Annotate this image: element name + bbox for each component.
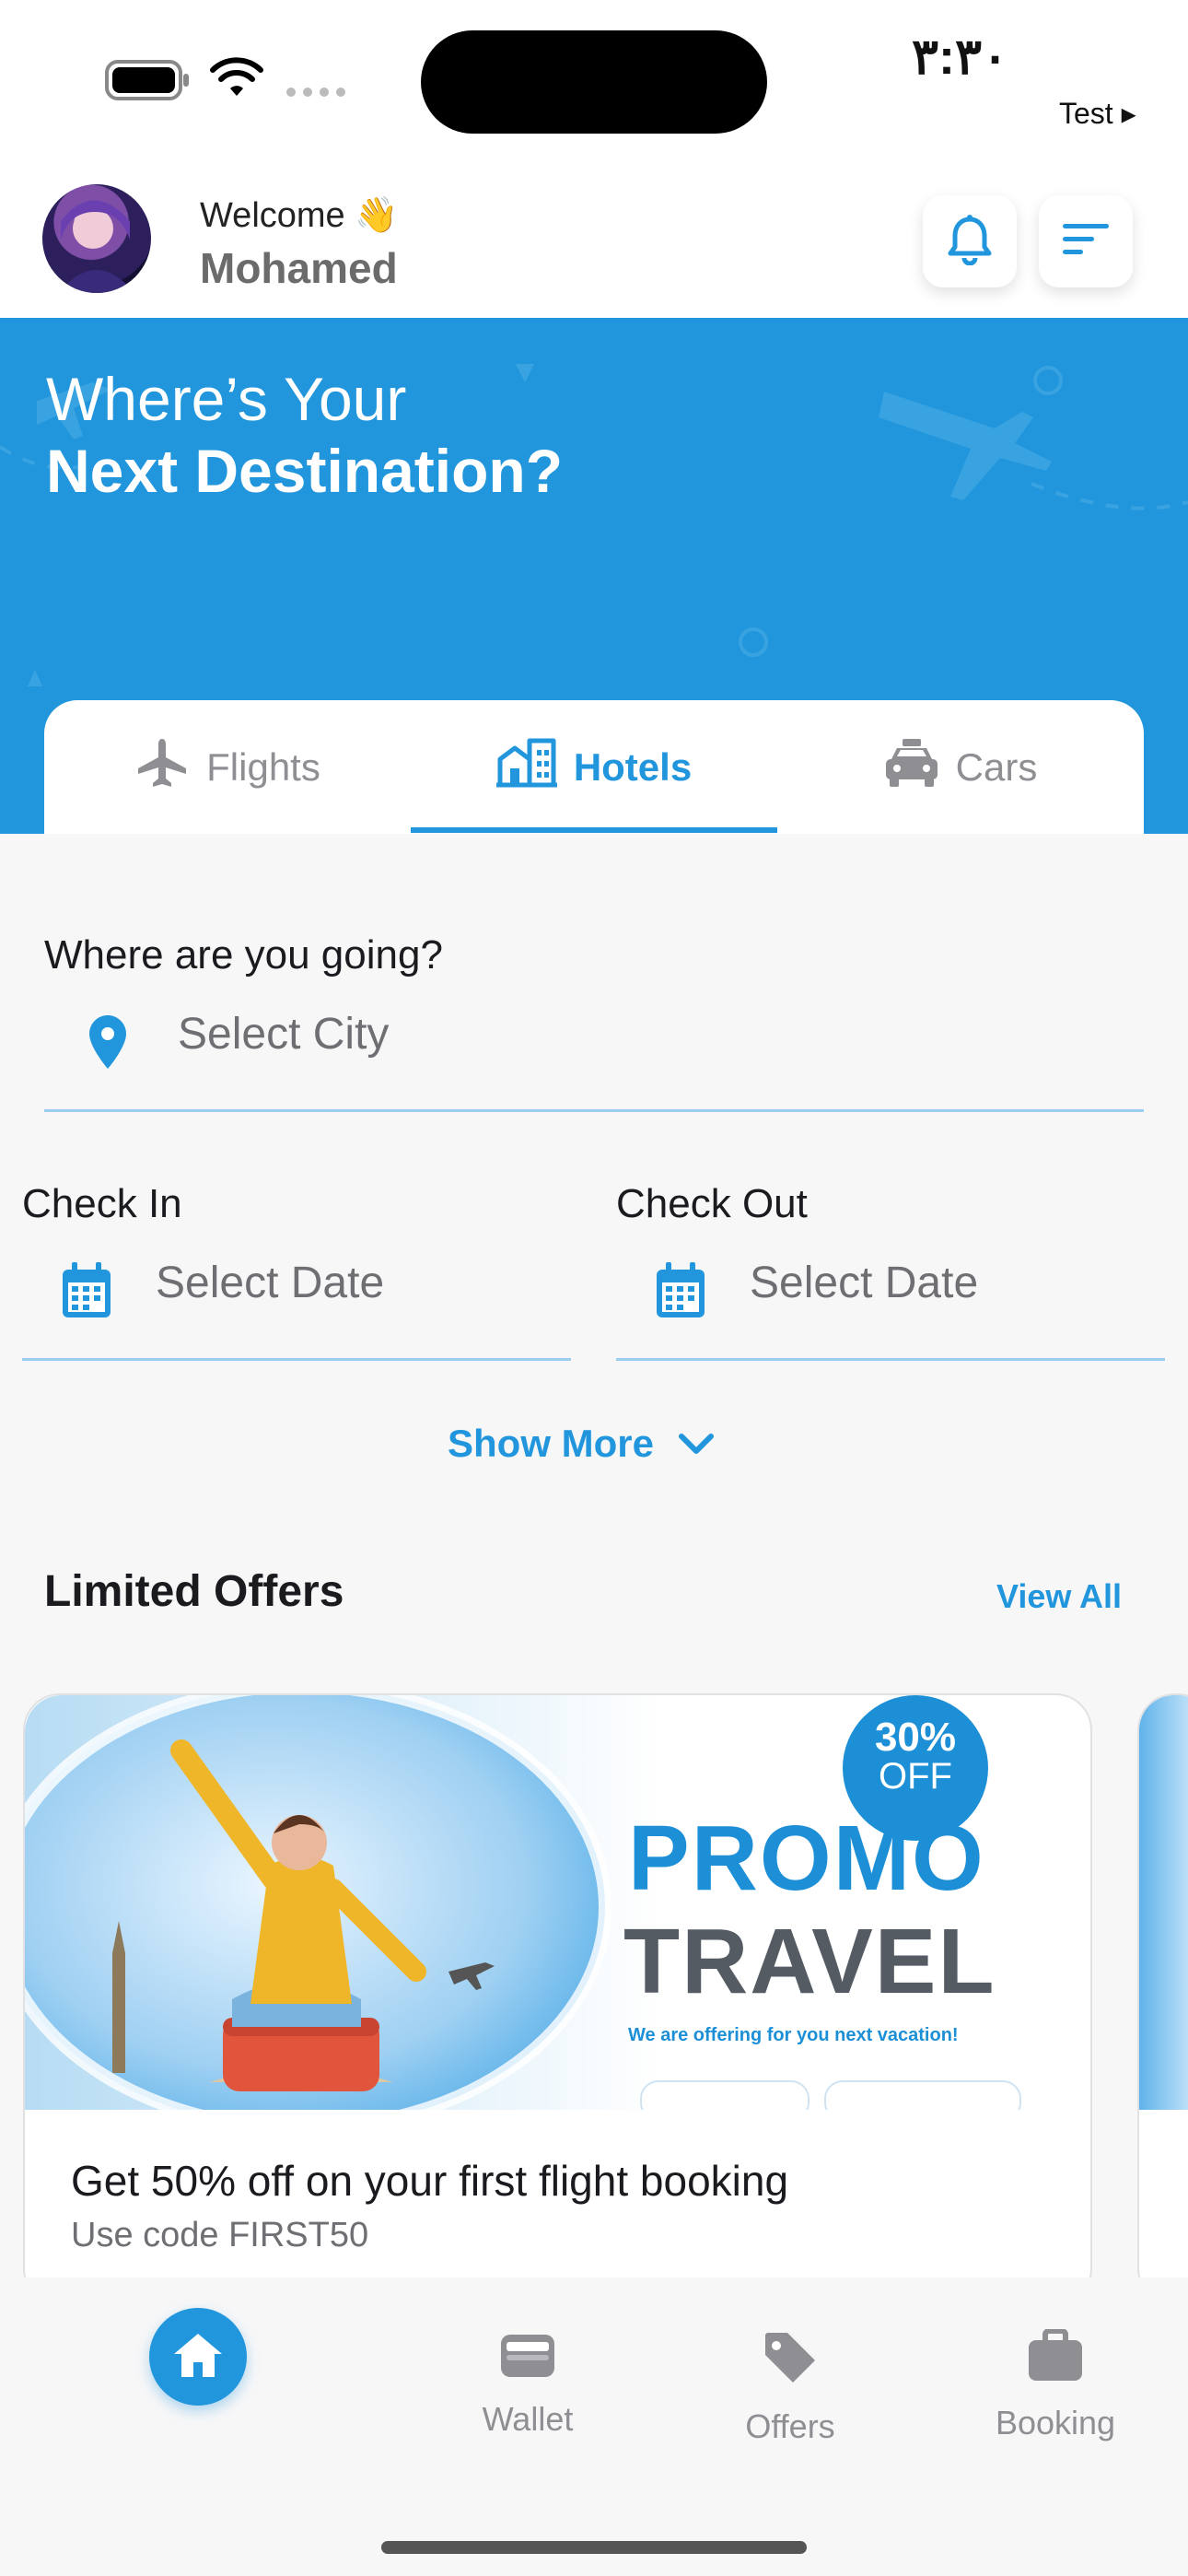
- user-name: Mohamed: [200, 244, 398, 292]
- hero-title-line2: Next Destination?: [46, 437, 564, 505]
- nav-label: Offers: [745, 2407, 835, 2445]
- show-more-button[interactable]: Show More: [448, 1422, 715, 1466]
- avatar[interactable]: [42, 184, 151, 293]
- show-more-label: Show More: [448, 1422, 655, 1465]
- location-pin-icon: [87, 1013, 129, 1075]
- check-out-field[interactable]: Select Date: [616, 1244, 1165, 1345]
- offer-subtitle: Use code FIRST50: [71, 2216, 369, 2254]
- nav-wallet[interactable]: Wallet: [436, 2329, 620, 2439]
- promo-pill: [824, 2080, 1021, 2110]
- discount-badge-off: OFF: [879, 1756, 952, 1797]
- calendar-icon: [655, 1262, 706, 1324]
- status-carrier-label[interactable]: Test ▸: [1059, 96, 1136, 131]
- wifi-icon: [210, 57, 263, 104]
- calendar-icon: [61, 1262, 112, 1324]
- check-in-underline: [22, 1358, 571, 1361]
- destination-label: Where are you going?: [44, 932, 443, 978]
- tab-label: Hotels: [573, 744, 693, 789]
- nav-label: Wallet: [482, 2400, 574, 2438]
- wallet-icon: [499, 2329, 556, 2387]
- building-icon: [495, 737, 557, 798]
- status-time: ٣:٣٠: [912, 29, 1008, 85]
- promo-banner-image: [1139, 1695, 1188, 2110]
- offer-card[interactable]: 30% OFF PROMO TRAVEL We are offering for…: [23, 1693, 1092, 2305]
- offer-title: Get 50% off on your first flight booking: [71, 2157, 789, 2205]
- notifications-button[interactable]: [923, 195, 1017, 287]
- briefcase-icon: [1027, 2328, 1084, 2391]
- check-out-placeholder: Select Date: [750, 1259, 979, 1307]
- check-in-field[interactable]: Select Date: [22, 1244, 571, 1345]
- bell-icon: [947, 214, 993, 270]
- plane-icon: [134, 735, 190, 800]
- destination-underline: [44, 1109, 1144, 1112]
- tab-label: Cars: [955, 744, 1038, 789]
- filter-menu-icon: [1061, 221, 1111, 263]
- signal-icon: [284, 85, 348, 104]
- nav-booking[interactable]: Booking: [963, 2328, 1147, 2442]
- check-in-placeholder: Select Date: [156, 1259, 385, 1307]
- home-icon: [171, 2331, 225, 2383]
- promo-illustration: [25, 1695, 611, 2110]
- destination-placeholder: Select City: [178, 1010, 390, 1059]
- dynamic-island: [421, 30, 767, 134]
- active-tab-indicator: [411, 827, 777, 833]
- discount-badge-percent: 30%: [874, 1715, 957, 1760]
- tab-cars[interactable]: Cars: [777, 700, 1144, 834]
- view-all-link[interactable]: View All: [996, 1577, 1122, 1616]
- battery-icon: [104, 59, 192, 106]
- hero-title-line1: Where’s Your: [46, 365, 407, 433]
- nav-label: Booking: [995, 2404, 1116, 2441]
- welcome-text: Welcome 👋: [200, 196, 399, 235]
- nav-offers[interactable]: Offers: [698, 2329, 882, 2446]
- check-in-label: Check In: [22, 1181, 182, 1226]
- offer-card-next[interactable]: [1137, 1693, 1188, 2305]
- chevron-down-icon: [678, 1422, 715, 1466]
- nav-home-button[interactable]: [149, 2308, 247, 2406]
- menu-button[interactable]: [1039, 195, 1133, 287]
- promo-pill: [640, 2080, 809, 2110]
- promo-banner-image: 30% OFF PROMO TRAVEL We are offering for…: [25, 1695, 1090, 2110]
- promo-heading-line1: PROMO: [628, 1807, 985, 1910]
- promo-heading-line2: TRAVEL: [623, 1910, 996, 2013]
- check-out-label: Check Out: [616, 1181, 808, 1226]
- check-out-underline: [616, 1358, 1165, 1361]
- tab-flights[interactable]: Flights: [44, 700, 411, 834]
- tab-hotels[interactable]: Hotels: [411, 700, 777, 834]
- promo-subheading: We are offering for you next vacation!: [628, 2025, 959, 2045]
- car-icon: [884, 737, 939, 798]
- home-indicator: [381, 2541, 807, 2554]
- tab-label: Flights: [206, 744, 320, 789]
- destination-field[interactable]: Select City: [44, 995, 1144, 1106]
- tag-icon: [762, 2329, 819, 2395]
- limited-offers-title: Limited Offers: [44, 1567, 344, 1616]
